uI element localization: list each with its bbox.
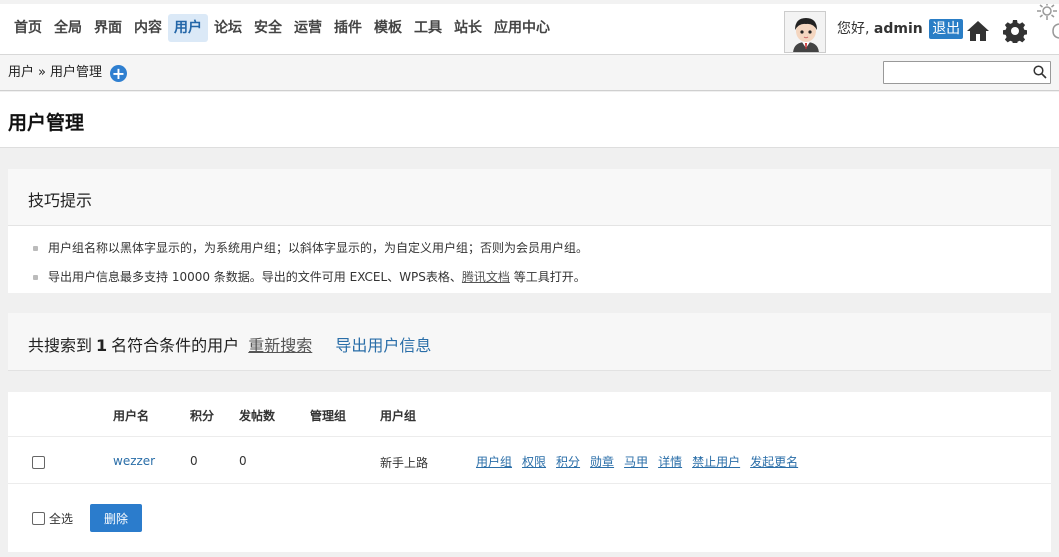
delete-button[interactable]: 删除 (90, 504, 142, 532)
top-navbar: 首页 全局 界面 内容 用户 论坛 安全 运营 插件 模板 工具 站长 应用中心… (0, 0, 1059, 55)
action-vest[interactable]: 马甲 (624, 453, 648, 470)
result-count: 1 (96, 336, 108, 355)
home-icon[interactable] (966, 20, 990, 42)
breadcrumb-bar: 用户 » 用户管理 + (0, 55, 1059, 91)
action-permissions[interactable]: 权限 (522, 453, 546, 470)
tip-item: 用户组名称以黑体字显示的，为系统用户组；以斜体字显示的，为自定义用户组；否则为会… (32, 234, 1051, 263)
column-header-posts: 发帖数 (239, 409, 276, 423)
select-all-label: 全选 (49, 512, 74, 526)
tip-text: 等工具打开。 (513, 270, 586, 284)
row-divider (8, 483, 1051, 484)
moon-icon (1051, 22, 1059, 40)
nav-item-global[interactable]: 全局 (48, 14, 88, 42)
row-divider (8, 436, 1051, 437)
user-group-value: 新手上路 (380, 456, 429, 470)
breadcrumb-parent[interactable]: 用户 (8, 64, 34, 82)
select-all-checkbox[interactable] (32, 512, 45, 525)
nav-item-operation[interactable]: 运营 (288, 14, 328, 42)
select-all[interactable]: 全选 (32, 510, 73, 527)
nav-item-user[interactable]: 用户 (168, 14, 208, 42)
username: admin (873, 21, 923, 37)
action-rename[interactable]: 发起更名 (750, 453, 798, 470)
user-table: 用户名 积分 发帖数 管理组 用户组 wezzer 0 0 新手上路 用户组 权… (8, 392, 1051, 552)
column-header-admin-group: 管理组 (310, 409, 347, 423)
nav-item-home[interactable]: 首页 (8, 14, 48, 42)
greeting-text: 您好, (837, 21, 870, 37)
result-prefix: 共搜索到 (28, 336, 93, 355)
action-details[interactable]: 详情 (658, 453, 682, 470)
username-link[interactable]: wezzer (113, 454, 155, 468)
tencent-docs-link[interactable]: 腾讯文档 (462, 270, 510, 284)
tips-panel: 技巧提示 用户组名称以黑体字显示的，为系统用户组；以斜体字显示的，为自定义用户组… (8, 169, 1051, 293)
row-actions: 用户组 权限 积分 勋章 马甲 详情 禁止用户 发起更名 (476, 453, 808, 470)
nav-item-template[interactable]: 模板 (368, 14, 408, 42)
breadcrumb-current: 用户管理 (49, 65, 102, 80)
row-checkbox[interactable] (32, 456, 45, 469)
search-icon[interactable] (1033, 65, 1047, 79)
nav-item-style[interactable]: 界面 (88, 14, 128, 42)
main-nav: 首页 全局 界面 内容 用户 论坛 安全 运营 插件 模板 工具 站长 应用中心 (8, 14, 556, 42)
nav-item-content[interactable]: 内容 (128, 14, 168, 42)
breadcrumb: 用户 » 用户管理 + (8, 64, 127, 82)
gear-icon[interactable] (1002, 19, 1028, 45)
search-input[interactable] (884, 62, 1024, 83)
user-greeting: 您好, admin 退出 (837, 19, 964, 39)
action-ban-user[interactable]: 禁止用户 (692, 453, 740, 470)
title-bar: 用户管理 (0, 92, 1059, 148)
column-header-credits: 积分 (190, 409, 215, 423)
tips-heading: 技巧提示 (8, 169, 1051, 226)
tip-text: 用户组名称以黑体字显示的，为系统用户组；以斜体字显示的，为自定义用户组；否则为会… (48, 241, 589, 255)
search-box (883, 61, 1051, 84)
tip-text: 导出用户信息最多支持 10000 条数据。导出的文件可用 EXCEL、WPS表格… (48, 270, 462, 284)
nav-item-app-center[interactable]: 应用中心 (488, 14, 556, 42)
posts-value: 0 (239, 454, 247, 468)
nav-item-tools[interactable]: 工具 (408, 14, 448, 42)
action-user-group[interactable]: 用户组 (476, 453, 512, 470)
logout-button[interactable]: 退出 (929, 19, 964, 39)
column-header-user-group: 用户组 (380, 409, 417, 423)
add-shortcut-plus-icon[interactable]: + (110, 64, 127, 82)
result-suffix: 名符合条件的用户 (111, 336, 240, 355)
search-result-bar: 共搜索到 1 名符合条件的用户 重新搜索 导出用户信息 (8, 313, 1051, 371)
column-header-username: 用户名 (113, 409, 150, 423)
action-medals[interactable]: 勋章 (590, 453, 614, 470)
nav-item-forum[interactable]: 论坛 (208, 14, 248, 42)
tips-list: 用户组名称以黑体字显示的，为系统用户组；以斜体字显示的，为自定义用户组；否则为会… (8, 226, 1051, 292)
nav-item-founder[interactable]: 站长 (448, 14, 488, 42)
credits-value: 0 (190, 454, 198, 468)
nav-item-security[interactable]: 安全 (248, 14, 288, 42)
page-title: 用户管理 (8, 112, 85, 134)
export-users-link[interactable]: 导出用户信息 (335, 336, 431, 355)
tip-item: 导出用户信息最多支持 10000 条数据。导出的文件可用 EXCEL、WPS表格… (32, 263, 1051, 292)
action-credits[interactable]: 积分 (556, 453, 580, 470)
research-link[interactable]: 重新搜索 (248, 336, 312, 355)
result-summary: 共搜索到 1 名符合条件的用户 重新搜索 导出用户信息 (28, 332, 431, 356)
nav-item-plugin[interactable]: 插件 (328, 14, 368, 42)
avatar[interactable] (784, 11, 826, 53)
breadcrumb-separator: » (38, 65, 46, 80)
